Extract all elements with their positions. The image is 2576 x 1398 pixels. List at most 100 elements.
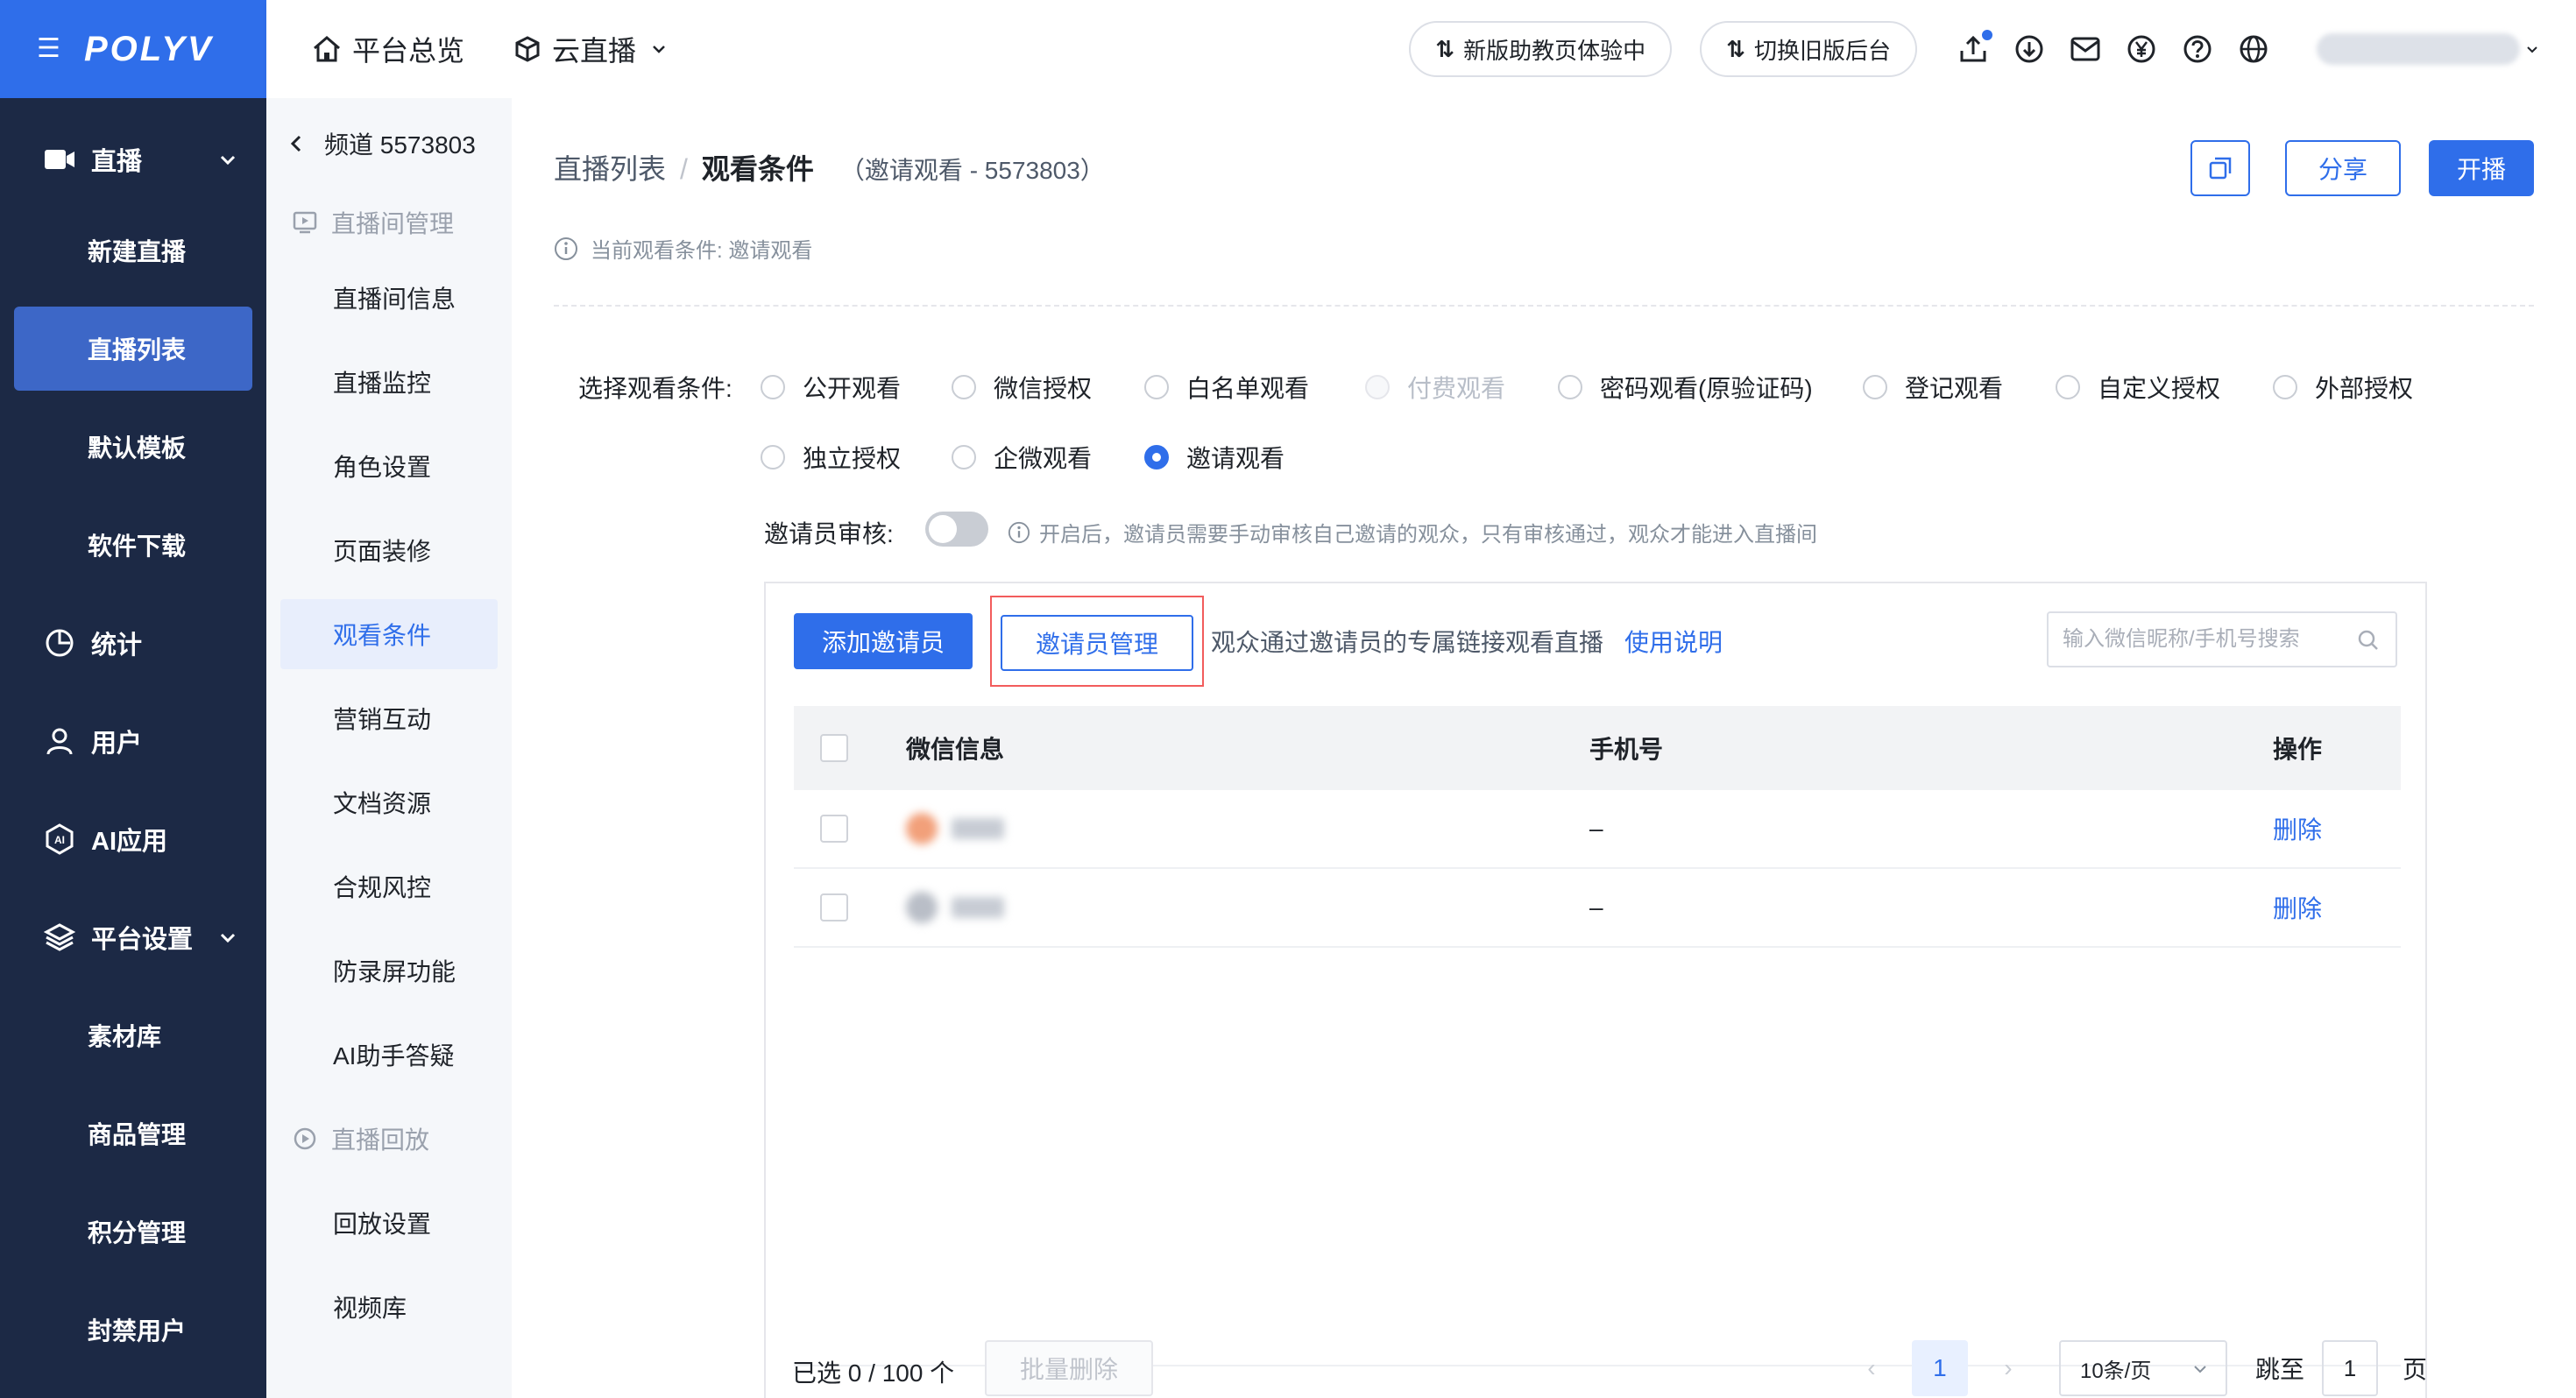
page-number-current[interactable]: 1 bbox=[1911, 1340, 1968, 1396]
radio-whitelist[interactable]: 白名单观看 bbox=[1144, 370, 1309, 405]
switch-old-backend-button[interactable]: ⇅ 切换旧版后台 bbox=[1700, 21, 1917, 77]
sidebar-item-product-management[interactable]: 商品管理 bbox=[0, 1084, 266, 1183]
chevron-down-icon bbox=[220, 933, 236, 943]
breadcrumb-live-list[interactable]: 直播列表 bbox=[554, 147, 666, 187]
delete-link[interactable]: 删除 bbox=[2273, 811, 2322, 846]
main-content: 直播列表 / 观看条件 （邀请观看 - 5573803） 分享 开播 当前观看条… bbox=[512, 98, 2576, 1398]
new-assistant-page-button[interactable]: ⇅ 新版助教页体验中 bbox=[1409, 21, 1673, 77]
pie-chart-icon bbox=[42, 625, 77, 660]
sidebar-item-banned-users[interactable]: 封禁用户 bbox=[0, 1281, 266, 1379]
radio-label: 登记观看 bbox=[1905, 375, 2004, 402]
pagination: ‹ 1 › 10条/页 跳至 1 页 bbox=[1852, 1340, 2427, 1396]
sidebar-item-live-list[interactable]: 直播列表 bbox=[14, 307, 252, 391]
radio-wechat-auth[interactable]: 微信授权 bbox=[952, 370, 1092, 405]
radio-invite[interactable]: 邀请观看 bbox=[1144, 440, 1284, 475]
subnav-group-replay: 直播回放 bbox=[266, 1097, 512, 1181]
channel-title: 频道 5573803 bbox=[324, 131, 476, 159]
radio-independent-auth[interactable]: 独立授权 bbox=[761, 440, 901, 475]
sidebar-item-default-template[interactable]: 默认模板 bbox=[0, 398, 266, 496]
top-nav-label: 云直播 bbox=[552, 35, 637, 67]
subnav-item-page-decor[interactable]: 页面装修 bbox=[266, 508, 512, 592]
radio-wecom[interactable]: 企微观看 bbox=[952, 440, 1092, 475]
subnav-item-anti-recording[interactable]: 防录屏功能 bbox=[266, 928, 512, 1013]
sidebar-item-new-live[interactable]: 新建直播 bbox=[0, 201, 266, 300]
sidebar-group-users[interactable]: 用户 bbox=[0, 692, 266, 790]
yen-icon[interactable] bbox=[2113, 21, 2169, 77]
subnav-item-room-info[interactable]: 直播间信息 bbox=[266, 256, 512, 340]
inviter-management-button[interactable]: 邀请员管理 bbox=[1001, 615, 1193, 671]
select-all-checkbox[interactable] bbox=[820, 734, 848, 762]
switch-icon: ⇅ bbox=[1435, 35, 1455, 62]
subnav-item-replay-settings[interactable]: 回放设置 bbox=[266, 1181, 512, 1265]
sidebar-group-ai[interactable]: AI AI应用 bbox=[0, 790, 266, 888]
share-button[interactable]: 分享 bbox=[2284, 140, 2401, 196]
jump-page-input[interactable]: 1 bbox=[2321, 1340, 2378, 1396]
sidebar-item-software-download[interactable]: 软件下载 bbox=[0, 496, 266, 594]
radio-label: 外部授权 bbox=[2315, 375, 2414, 402]
top-nav-overview[interactable]: 平台总览 bbox=[312, 29, 464, 69]
menu-icon[interactable]: ☰ bbox=[37, 36, 63, 62]
subnav-item-label: 视频库 bbox=[333, 1295, 407, 1322]
subnav-item-documents[interactable]: 文档资源 bbox=[266, 760, 512, 844]
layers-icon bbox=[42, 920, 77, 955]
globe-icon[interactable] bbox=[2226, 21, 2282, 77]
add-inviter-button[interactable]: 添加邀请员 bbox=[794, 613, 973, 669]
table-row: – 删除 bbox=[794, 790, 2401, 869]
replay-icon bbox=[294, 1127, 316, 1150]
delete-link[interactable]: 删除 bbox=[2273, 890, 2322, 925]
sidebar-item-material-library[interactable]: 素材库 bbox=[0, 986, 266, 1084]
breadcrumb: 直播列表 / 观看条件 （邀请观看 - 5573803） bbox=[554, 147, 1105, 187]
radio-label: 自定义授权 bbox=[2098, 375, 2221, 402]
upload-icon[interactable] bbox=[1945, 21, 2001, 77]
video-camera-icon bbox=[42, 142, 77, 177]
radio-password[interactable]: 密码观看(原验证码) bbox=[1558, 370, 1813, 405]
page-title: 观看条件 bbox=[701, 153, 814, 185]
channel-back[interactable]: 频道 5573803 bbox=[266, 98, 512, 189]
current-condition-text: 当前观看条件: 邀请观看 bbox=[591, 239, 813, 263]
logo-bar: ☰ POLYV bbox=[0, 0, 266, 98]
radio-circle bbox=[1144, 375, 1169, 399]
user-account-name[interactable] bbox=[2317, 33, 2520, 65]
start-live-button[interactable]: 开播 bbox=[2428, 140, 2534, 196]
subnav-item-monitor[interactable]: 直播监控 bbox=[266, 340, 512, 424]
download-icon[interactable] bbox=[2001, 21, 2057, 77]
wechat-info bbox=[906, 892, 1004, 923]
mail-icon[interactable] bbox=[2057, 21, 2113, 77]
subnav-item-roles[interactable]: 角色设置 bbox=[266, 424, 512, 508]
prev-page-icon: ‹ bbox=[1867, 1354, 1876, 1381]
subnav-item-watch-condition[interactable]: 观看条件 bbox=[280, 599, 498, 669]
copy-button[interactable] bbox=[2190, 140, 2250, 196]
sidebar-item-label: 软件下载 bbox=[88, 533, 187, 560]
search-input[interactable] bbox=[2063, 627, 2343, 652]
info-icon bbox=[555, 237, 577, 260]
radio-custom-auth[interactable]: 自定义授权 bbox=[2056, 370, 2220, 405]
cube-icon bbox=[515, 36, 540, 62]
sidebar-group-stats[interactable]: 统计 bbox=[0, 594, 266, 692]
radio-register[interactable]: 登记观看 bbox=[1863, 370, 2003, 405]
radio-circle bbox=[2056, 375, 2080, 399]
divider bbox=[554, 305, 2534, 307]
table-footer: 已选 0 / 100 个 批量删除 ‹ 1 › 10条/页 跳至 1 页 bbox=[792, 1335, 2427, 1398]
page-size-select[interactable]: 10条/页 bbox=[2058, 1340, 2227, 1396]
search-field[interactable] bbox=[2047, 611, 2397, 667]
usage-guide-link[interactable]: 使用说明 bbox=[1624, 624, 1723, 659]
svg-text:AI: AI bbox=[54, 834, 65, 846]
sidebar-item-points-management[interactable]: 积分管理 bbox=[0, 1183, 266, 1281]
inviter-audit-toggle[interactable] bbox=[925, 512, 988, 547]
subnav-item-label: 直播间信息 bbox=[333, 286, 456, 313]
row-checkbox[interactable] bbox=[820, 893, 848, 921]
subnav-item-marketing[interactable]: 营销互动 bbox=[266, 676, 512, 760]
top-nav-cloud-live[interactable]: 云直播 bbox=[513, 29, 682, 69]
sidebar-group-live[interactable]: 直播 bbox=[0, 117, 266, 201]
row-checkbox[interactable] bbox=[820, 815, 848, 843]
sidebar-group-platform-settings[interactable]: 平台设置 bbox=[0, 888, 266, 986]
subnav-item-video-library[interactable]: 视频库 bbox=[266, 1265, 512, 1349]
subnav-item-ai-assistant[interactable]: AI助手答疑 bbox=[266, 1013, 512, 1097]
inviter-table: 微信信息 手机号 操作 – 删除 – 删除 bbox=[794, 706, 2401, 948]
help-icon[interactable] bbox=[2169, 21, 2226, 77]
radio-external-auth[interactable]: 外部授权 bbox=[2273, 370, 2413, 405]
radio-public[interactable]: 公开观看 bbox=[761, 370, 901, 405]
chevron-down-icon[interactable] bbox=[2523, 40, 2541, 58]
subnav-item-compliance[interactable]: 合规风控 bbox=[266, 844, 512, 928]
radio-label: 邀请观看 bbox=[1186, 445, 1285, 472]
